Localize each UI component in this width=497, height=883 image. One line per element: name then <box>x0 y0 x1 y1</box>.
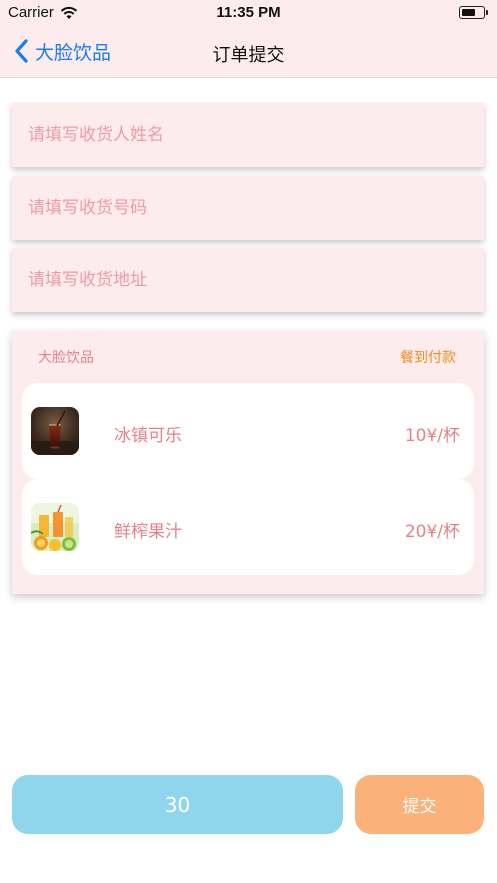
address-field-container <box>12 248 484 312</box>
submit-button[interactable]: 提交 <box>355 775 484 834</box>
shop-name: 大脸饮品 <box>38 350 94 366</box>
navigation-bar: 大脸饮品 订单提交 <box>0 26 497 78</box>
recipient-name-input[interactable] <box>12 103 484 167</box>
cola-glass-image <box>31 407 79 455</box>
item-price: 10¥/杯 <box>404 426 460 446</box>
order-card: 大脸饮品 餐到付款 冰镇可乐 10¥/杯 鲜榨果汁 20¥/杯 <box>12 331 484 594</box>
item-name: 鲜榨果汁 <box>114 522 182 542</box>
order-item[interactable]: 冰镇可乐 10¥/杯 <box>22 383 474 479</box>
phone-field-container <box>12 176 484 240</box>
clock: 11:35 PM <box>216 4 281 21</box>
address-input[interactable] <box>12 248 484 312</box>
recipient-name-field-container <box>12 103 484 167</box>
page-title: 订单提交 <box>212 45 285 66</box>
total-amount-button[interactable]: 30 <box>12 775 343 834</box>
payment-method: 餐到付款 <box>400 350 456 366</box>
battery-icon <box>459 6 488 19</box>
status-bar: Carrier 11:35 PM <box>0 0 497 26</box>
order-item[interactable]: 鲜榨果汁 20¥/杯 <box>22 479 474 575</box>
phone-number-input[interactable] <box>12 176 484 240</box>
item-name: 冰镇可乐 <box>114 426 182 446</box>
item-price: 20¥/杯 <box>404 522 460 542</box>
fresh-juice-image <box>31 503 79 551</box>
